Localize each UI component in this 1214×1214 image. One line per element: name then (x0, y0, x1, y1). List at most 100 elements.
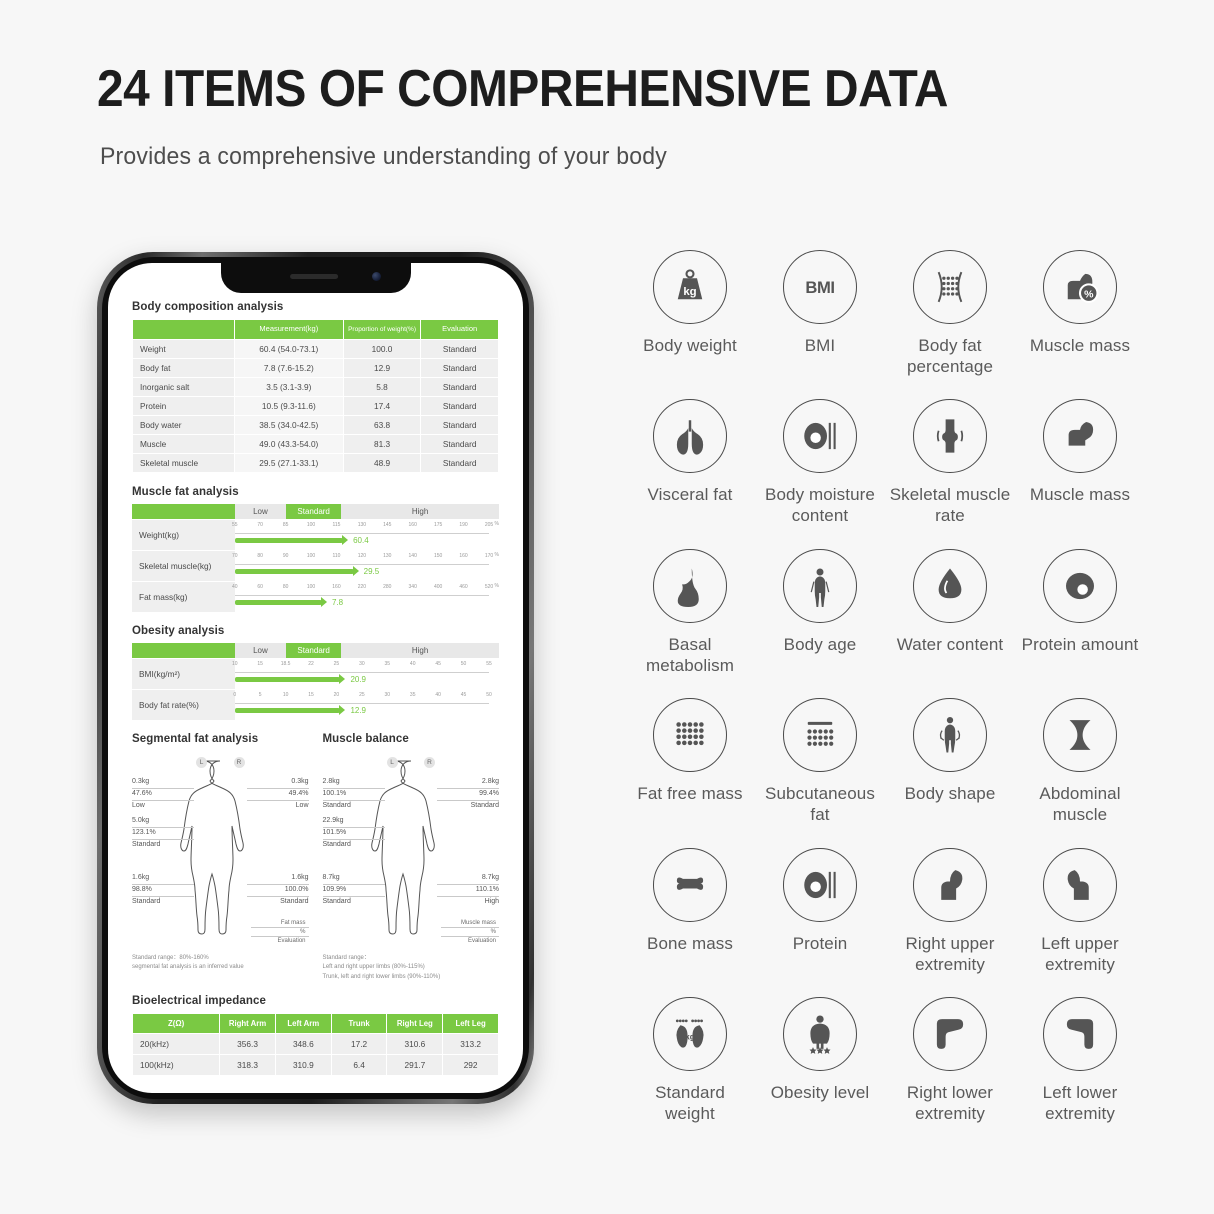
icon-cell-bone[interactable]: Bone mass (625, 847, 755, 975)
axis-tick: 10 (231, 660, 238, 667)
zone-header-spacer (132, 642, 235, 658)
axis-tick: 15 (308, 691, 314, 698)
icon-cell-right-leg[interactable]: Right lower extremity (885, 997, 1015, 1124)
section-impedance: Bioelectrical impedance Z(Ω) Right Arm L… (131, 995, 499, 1077)
cell-measurement: 10.5 (9.3-11.6) (233, 395, 344, 416)
svg-text:kg: kg (683, 286, 696, 298)
axis-tick: 50 (460, 660, 467, 667)
icon-cell-weight-kg[interactable]: kg Body weight (625, 250, 755, 377)
icon-label: Body age (783, 634, 857, 654)
page-header: 24 ITEMS OF COMPREHENSIVE DATA Provides … (97, 62, 1097, 171)
feet-kg-icon: kg (653, 997, 727, 1072)
icon-label: Fat free mass (637, 784, 743, 804)
zone-low: Low (234, 503, 287, 519)
cell-proportion: 12.9 (342, 357, 422, 378)
badge-left: L (386, 756, 398, 768)
section-body-composition: Body composition analysis Measurement(kg… (132, 301, 499, 473)
icon-label: Basal metabolism (646, 634, 734, 675)
icon-cell-knee-joint[interactable]: Skeletal muscle rate (885, 399, 1015, 526)
icon-cell-muscle-percent[interactable]: % Muscle mass (1015, 250, 1145, 377)
icon-cell-feet-kg[interactable]: kg Standard weight (625, 997, 755, 1124)
axis-tick: 55 (486, 660, 492, 667)
page-title: 24 ITEMS OF COMPREHENSIVE DATA (97, 60, 948, 118)
bar-row: Weight(kg) 55 70 85 100 115 130 145 160 175 190 205… (132, 519, 499, 550)
axis-tick: 0 (233, 691, 237, 698)
legend-segmental-fat: Fat mass % Evaluation (250, 919, 309, 945)
axis-tick: 110 (332, 552, 341, 559)
icon-cell-water-drop[interactable]: Water content (885, 548, 1015, 676)
left-leg-icon (1043, 997, 1117, 1072)
icon-label: Visceral fat (647, 485, 733, 505)
axis-tick: 40 (409, 660, 416, 667)
icon-cell-skin-layer-dots[interactable]: Subcutaneous fat (755, 698, 885, 825)
weight-kg-icon: kg (653, 250, 727, 324)
cell-value: 6.4 (330, 1054, 388, 1077)
bar-row: Fat mass(kg) 40 60 80 100 160 220 280 340 400 460 5… (132, 581, 499, 612)
axis-tick: 140 (408, 552, 417, 559)
icon-label: Left upper extremity (1041, 933, 1119, 974)
value-bar (234, 535, 349, 546)
icon-cell-person-standing[interactable]: Body age (755, 548, 885, 676)
icon-cell-protein-cell[interactable]: Protein amount (1015, 548, 1145, 676)
table-row: Skeletal muscle 29.5 (27.1-33.1) 48.9 Stand… (132, 452, 499, 473)
bar-axis-ticks: 70 80 90 100 110 120 130 140 150 160 170% (232, 552, 499, 565)
table-row: 20(kHz) 356.3 348.6 17.2 310.6 313.2 (131, 1033, 499, 1056)
skin-layer-dots-icon (783, 698, 857, 773)
value-eval: Standard (280, 897, 309, 905)
value-eval: Standard (322, 840, 351, 848)
axis-tick: 25 (333, 660, 340, 667)
bar-row-label: BMI(kg/m²) (139, 668, 181, 679)
table-row: Body water 38.5 (34.0-42.5) 63.8 Standard (132, 414, 499, 435)
th-left-arm: Left Arm (274, 1013, 332, 1035)
value-eval: Standard (322, 897, 351, 905)
axis-tick: 130 (383, 552, 392, 559)
icon-cell-bmi-text[interactable]: BMI BMI (755, 250, 885, 377)
phone-notch (220, 263, 411, 293)
bar-axis-ticks: 40 60 80 100 160 220 280 340 400 460 520% (232, 583, 499, 596)
section-title: Bioelectrical impedance (132, 995, 266, 1008)
zone-high: High (341, 503, 499, 519)
right-arm-icon (913, 847, 987, 922)
axis-tick: 18.5 (280, 660, 291, 667)
icon-cell-cell-droplet-lines[interactable]: Body moisture content (755, 399, 885, 526)
legend-row: Evaluation (467, 937, 496, 944)
axis-tick: 80 (257, 552, 263, 559)
axis-tick: 60 (257, 583, 263, 590)
icon-label: Skeletal muscle rate (889, 485, 1011, 526)
icon-cell-right-arm[interactable]: Right upper extremity (885, 847, 1015, 975)
value-bar (234, 705, 346, 716)
axis-tick: 160 (408, 521, 417, 528)
icon-cell-cell-droplet-lines[interactable]: Protein (755, 847, 885, 975)
axis-tick: 160 (332, 583, 341, 590)
value-bar (234, 674, 346, 685)
th-right-leg: Right Leg (386, 1013, 444, 1035)
icon-label: Standard weight (655, 1083, 725, 1124)
icon-label: BMI (804, 336, 836, 355)
bar-line: 20.9 (234, 673, 499, 686)
bar-value-label: 20.9 (350, 674, 367, 684)
cell-evaluation: Standard (420, 376, 499, 397)
icon-cell-lungs[interactable]: Visceral fat (625, 399, 755, 526)
cell-name: Body fat (132, 357, 235, 378)
bar-axis-ticks: 0 5 10 15 20 25 30 35 40 45 50 (233, 691, 492, 704)
value-eval: Standard (132, 897, 161, 905)
icon-cell-obese-person-stars[interactable]: Obesity level (755, 997, 885, 1124)
axis-tick: 25 (359, 691, 365, 698)
icon-cell-fat-dots-pinch[interactable]: Body fat percentage (885, 250, 1015, 377)
icon-cell-flame[interactable]: Basal metabolism (625, 548, 755, 676)
table-row: Body fat 7.8 (7.6-15.2) 12.9 Standard (132, 357, 499, 378)
icon-cell-left-arm[interactable]: Left upper extremity (1015, 847, 1145, 975)
value-eval: Low (295, 801, 309, 809)
icon-cell-flexed-arm[interactable]: Muscle mass (1015, 399, 1145, 526)
badge-left: L (196, 756, 207, 768)
th-evaluation: Evaluation (420, 319, 499, 340)
anno-trunk: 5.0kg 123.1% Standard (132, 816, 194, 850)
zone-header-spacer (132, 503, 235, 519)
zone-header: Low Standard High (132, 642, 499, 658)
icon-cell-left-leg[interactable]: Left lower extremity (1015, 997, 1145, 1124)
value-pct: 101.5% (322, 828, 385, 840)
value-eval: High (484, 897, 499, 905)
icon-cell-dot-matrix[interactable]: Fat free mass (625, 698, 755, 825)
icon-cell-hourglass-abs[interactable]: Abdominal muscle (1015, 698, 1145, 825)
icon-cell-body-shape-measure[interactable]: Body shape (885, 698, 1015, 825)
